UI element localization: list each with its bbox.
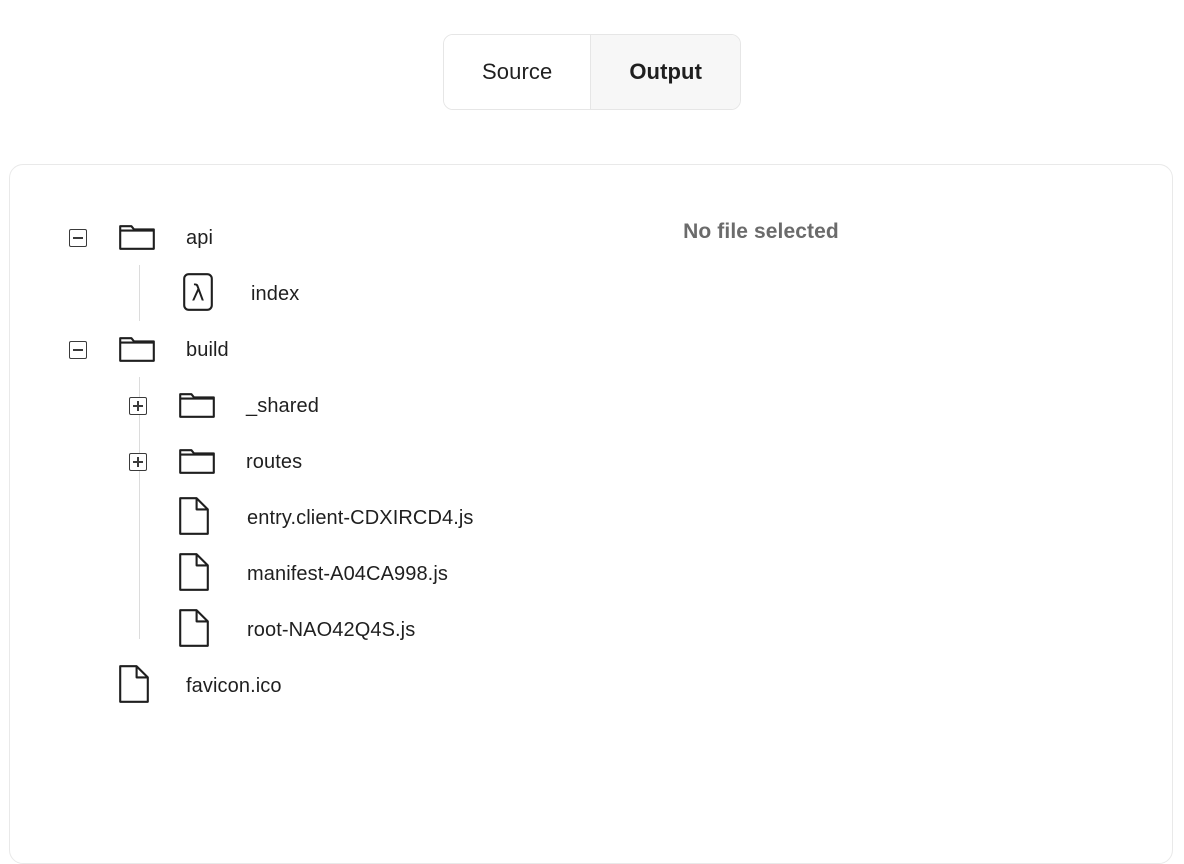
tree-row-api[interactable]: api [10,210,530,266]
empty-state-message: No file selected [683,220,839,243]
file-preview-pane: No file selected [530,165,1172,863]
tree-row-entry-client[interactable]: entry.client-CDXIRCD4.js [10,490,530,546]
tree-row-label: manifest-A04CA998.js [247,562,448,585]
tree-row-label: api [186,226,213,249]
file-icon [179,608,209,652]
file-icon [179,552,209,596]
file-icon [119,664,149,708]
tree-row-label: favicon.ico [186,674,282,697]
collapse-toggle-build[interactable] [69,341,87,359]
tab-group: Source Output [443,34,741,110]
tree-row-index[interactable]: λ index [10,266,530,322]
lambda-icon: λ [183,272,213,316]
tree-row-label: entry.client-CDXIRCD4.js [247,506,474,529]
tree-row-root-js[interactable]: root-NAO42Q4S.js [10,602,530,658]
collapse-toggle-api[interactable] [69,229,87,247]
folder-icon [179,390,215,423]
tree-row-manifest[interactable]: manifest-A04CA998.js [10,546,530,602]
tab-bar: Source Output [0,0,1184,110]
tree-row-label: _shared [246,394,319,417]
tree-row-shared[interactable]: _shared [10,378,530,434]
folder-icon [119,334,155,367]
tree-row-routes[interactable]: routes [10,434,530,490]
tree-row-label: index [251,282,300,305]
svg-text:λ: λ [191,281,204,306]
tree-row-favicon[interactable]: favicon.ico [10,658,530,714]
tree-row-label: root-NAO42Q4S.js [247,618,416,641]
tree-row-build[interactable]: build [10,322,530,378]
file-icon [179,496,209,540]
expand-toggle-shared[interactable] [129,397,147,415]
tree-row-label: build [186,338,229,361]
tab-output[interactable]: Output [590,35,740,109]
file-tree: api λ index build _shared routes entry.c… [10,165,530,863]
folder-icon [119,222,155,255]
expand-toggle-routes[interactable] [129,453,147,471]
tab-source[interactable]: Source [444,35,591,109]
tree-row-label: routes [246,450,303,473]
output-panel-card: api λ index build _shared routes entry.c… [9,164,1173,864]
folder-icon [179,446,215,479]
